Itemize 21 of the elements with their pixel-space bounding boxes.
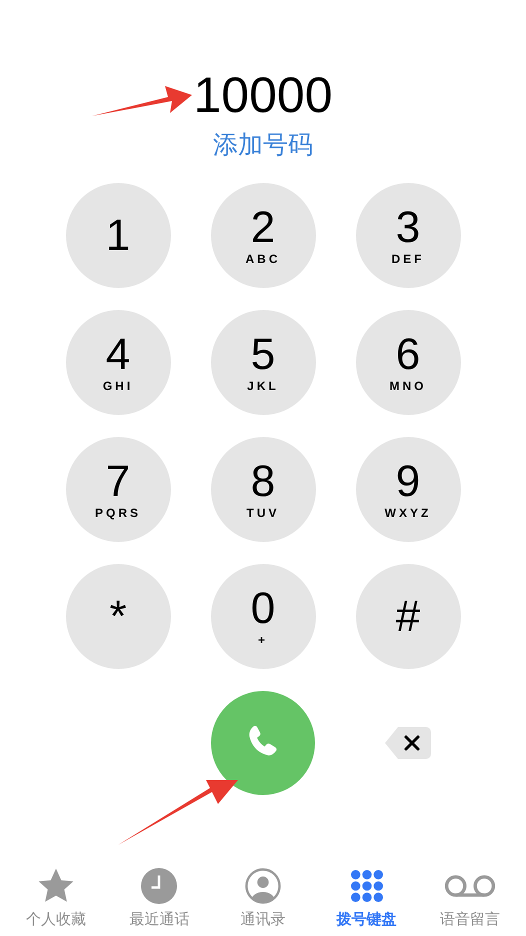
backspace-icon — [384, 726, 432, 760]
voicemail-icon — [444, 873, 496, 899]
keypad-key[interactable]: 2 ABC — [210, 183, 316, 288]
keypad-icon — [350, 869, 384, 903]
keypad-key[interactable]: 0 + — [210, 564, 316, 669]
delete-button[interactable] — [384, 726, 432, 760]
add-number-link[interactable]: 添加号码 — [213, 128, 313, 162]
keypad-key[interactable]: 7 PQRS — [66, 437, 170, 542]
dialed-number: 10000 — [193, 66, 333, 125]
keypad-key[interactable]: * — [66, 564, 170, 669]
keypad-key[interactable]: 6 MNO — [356, 310, 460, 415]
tab[interactable]: 拨号键盘 — [318, 866, 415, 930]
keypad-key[interactable]: 3 DEF — [356, 183, 460, 288]
keypad-key[interactable]: 9 WXYZ — [356, 437, 460, 542]
keypad-key[interactable]: 8 TUV — [210, 437, 316, 542]
keypad-key[interactable]: 1 — [66, 183, 170, 288]
keypad-key[interactable]: # — [356, 564, 460, 669]
contact-icon — [244, 868, 281, 904]
keypad-key[interactable]: 5 JKL — [210, 310, 316, 415]
clock-icon — [141, 868, 178, 904]
keypad-key[interactable]: 4 GHI — [66, 310, 170, 415]
